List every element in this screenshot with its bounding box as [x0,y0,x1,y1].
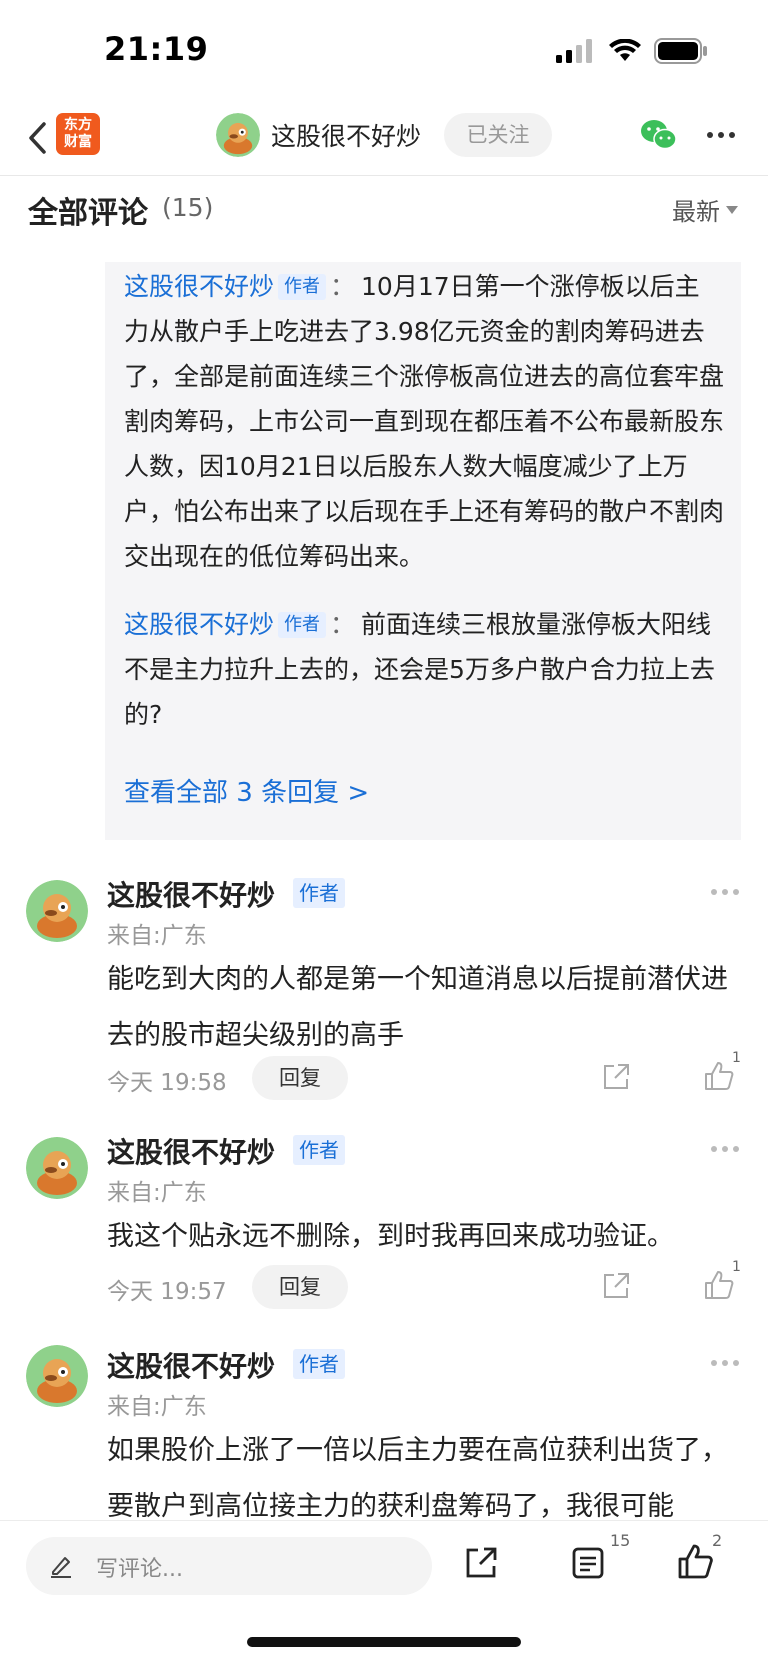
wechat-icon[interactable] [640,118,678,152]
wifi-icon [609,39,641,61]
author-tag: 作者 [278,274,327,300]
reply-colon: ： [330,610,356,639]
avatar-image [26,880,88,942]
comment-text: 如果股价上涨了一倍以后主力要在高位获利出货了，要散户到高位接主力的获利盘筹码了，… [107,1435,728,1520]
commenter-username[interactable]: 这股很不好炒 [107,1131,275,1171]
reply-item[interactable]: 这股很不好炒 作者：前面连续三根放量涨停板大阳线不是主力拉升上去的，还会是5万多户… [124,602,724,737]
reply-button[interactable]: 回复 [252,1056,348,1100]
comment-location: 来自:广东 [107,923,207,949]
author-avatar[interactable] [216,113,260,157]
commenter-avatar[interactable] [26,1345,88,1407]
author-tag: 作者 [293,1135,345,1165]
status-bar: 21:19 [0,0,768,100]
reply-button[interactable]: 回复 [252,1265,348,1309]
nav-bar: 东方 财富 这股很不好炒 已关注 [0,100,768,176]
logo-line-2: 财富 [64,134,92,150]
like-count: 1 [732,1050,741,1066]
reply-username[interactable]: 这股很不好炒 [124,610,274,639]
like-icon[interactable] [703,1269,735,1301]
like-icon[interactable] [703,1060,735,1092]
comment-count: (15) [162,193,214,222]
home-indicator [247,1637,521,1647]
avatar-image [26,1137,88,1199]
comment-item: 这股很不好炒 作者 来自:广东 如果股价上涨了一倍以后主力要在高位获利出货了，要… [0,1345,768,1520]
comment-more-icon[interactable] [710,1145,740,1153]
comments-list-icon[interactable] [570,1545,606,1581]
view-all-replies-link[interactable]: 查看全部 3 条回复 > [124,772,369,809]
comment-more-icon[interactable] [710,888,740,896]
likes-count: 2 [712,1531,723,1550]
comment-more-icon[interactable] [710,1359,740,1367]
commenter-avatar[interactable] [26,1137,88,1199]
pen-icon [51,1557,71,1578]
caret-down-icon [726,205,738,214]
back-icon[interactable] [22,118,52,158]
comment-input-placeholder: 写评论... [96,1557,183,1582]
logo-line-1: 东方 [64,117,92,133]
share-icon[interactable] [463,1545,499,1581]
commenter-username[interactable]: 这股很不好炒 [107,874,275,914]
author-tag: 作者 [293,878,345,908]
comment-text: 能吃到大肉的人都是第一个知道消息以后提前潜伏进去的股市超尖级别的高手 [107,964,728,1051]
avatar-image [26,1345,88,1407]
comment-item: 这股很不好炒 作者 来自:广东 能吃到大肉的人都是第一个知道消息以后提前潜伏进去… [0,878,768,1100]
battery-icon [654,38,707,64]
avatar-image [216,113,260,157]
comment-time: 今天 19:58 [107,1070,227,1096]
signal-icon [556,39,592,63]
follow-button[interactable]: 已关注 [444,113,552,157]
reply-item[interactable]: 这股很不好炒 作者： 10月17日第一个涨停板以后主力从散户手上吃进去了3.98亿元… [124,264,724,579]
comments-count: 15 [610,1531,631,1550]
author-tag: 作者 [278,612,327,638]
app-logo[interactable]: 东方 财富 [56,113,100,155]
sort-selector[interactable]: 最新 [672,192,738,227]
comment-item: 这股很不好炒 作者 来自:广东 我这个贴永远不删除，到时我再回来成功验证。 今天… [0,1135,768,1309]
share-icon[interactable] [601,1271,631,1301]
author-tag: 作者 [293,1349,345,1379]
comment-location: 来自:广东 [107,1180,207,1206]
reply-text: 10月17日第一个涨停板以后主力从散户手上吃进去了3.98亿元资金的割肉筹码进去… [124,272,725,571]
section-title: 全部评论 [28,196,148,231]
commenter-avatar[interactable] [26,880,88,942]
status-icons [556,38,708,64]
reply-username[interactable]: 这股很不好炒 [124,272,274,301]
status-time: 21:19 [104,30,209,68]
share-icon[interactable] [601,1062,631,1092]
nav-username[interactable]: 这股很不好炒 [271,117,421,153]
comment-time: 今天 19:57 [107,1279,227,1305]
comment-location: 来自:广东 [107,1394,207,1420]
reply-thread: 这股很不好炒 作者： 10月17日第一个涨停板以后主力从散户手上吃进去了3.98亿元… [105,262,741,840]
comment-input[interactable]: 写评论... [26,1537,432,1595]
sort-label: 最新 [672,198,720,226]
like-count: 1 [732,1259,741,1275]
more-options-icon[interactable] [706,130,736,140]
like-icon[interactable] [676,1543,714,1581]
reply-colon: ： [330,272,356,301]
commenter-username[interactable]: 这股很不好炒 [107,1345,275,1385]
comment-text: 我这个贴永远不删除，到时我再回来成功验证。 [107,1221,674,1252]
